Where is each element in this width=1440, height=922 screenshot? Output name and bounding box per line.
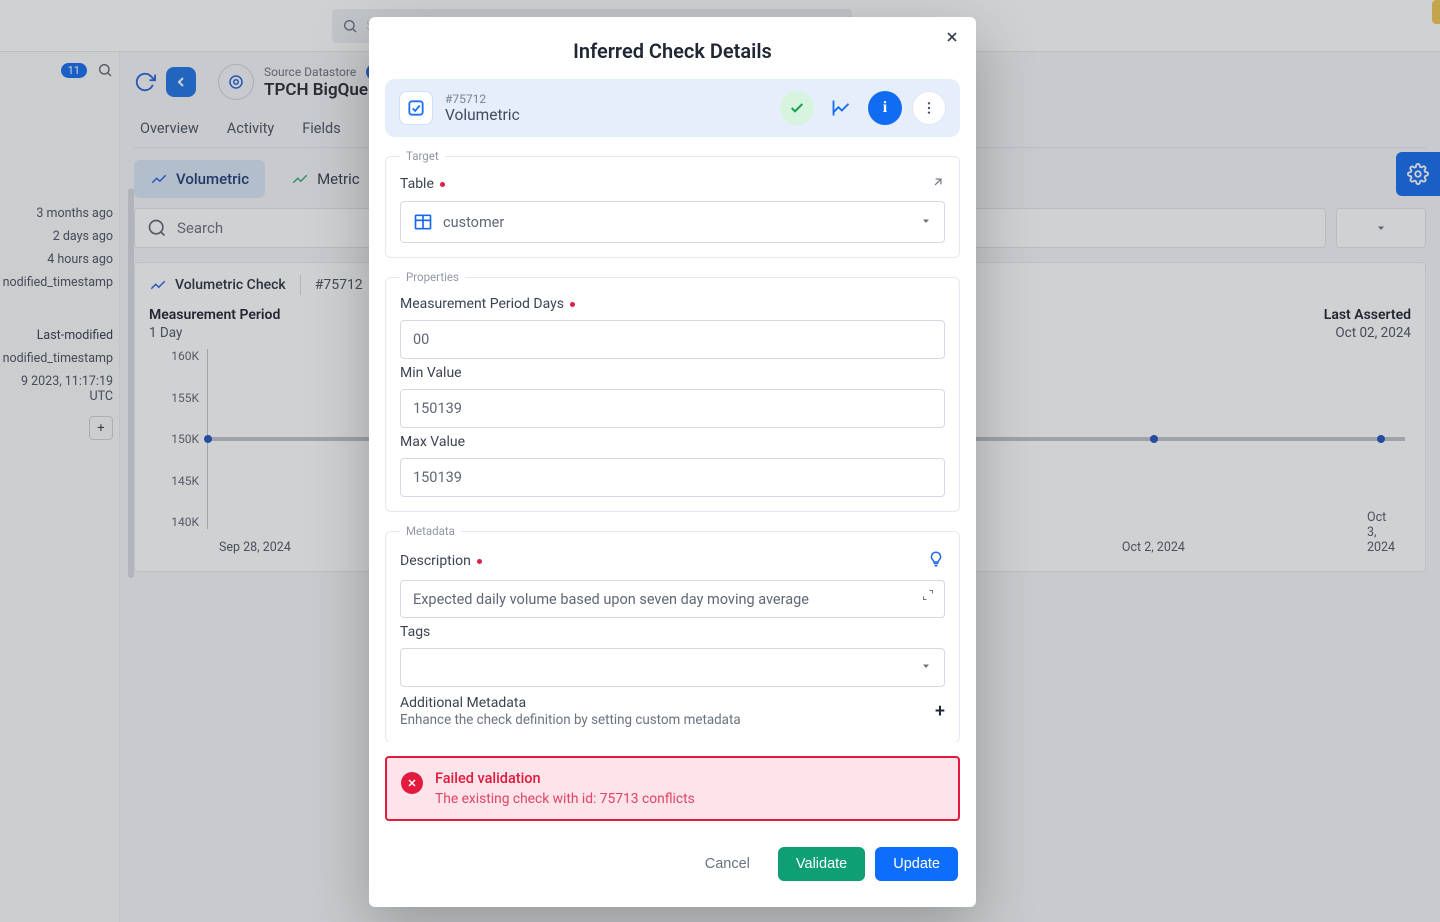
tags-label: Tags <box>400 624 430 640</box>
table-field-label: Table <box>400 176 434 192</box>
lightbulb-icon <box>927 550 945 568</box>
expand-icon[interactable] <box>922 589 934 604</box>
check-hero-name: Volumetric <box>445 106 520 125</box>
check-hero: #75712 Volumetric i <box>385 79 960 137</box>
validation-error: Failed validation The existing check wit… <box>385 756 960 821</box>
view-chart-button[interactable] <box>824 91 858 125</box>
mpd-label: Measurement Period Days <box>400 296 564 312</box>
mpd-input[interactable]: 00 <box>400 320 945 359</box>
status-pass-icon[interactable] <box>780 91 814 125</box>
description-input[interactable]: Expected daily volume based upon seven d… <box>400 580 945 618</box>
more-actions-button[interactable] <box>912 91 946 125</box>
target-legend: Target <box>400 149 445 163</box>
additional-metadata-title: Additional Metadata <box>400 695 741 711</box>
check-type-icon <box>399 91 433 125</box>
required-indicator <box>440 182 445 187</box>
kebab-icon <box>921 100 937 116</box>
table-icon <box>413 212 433 232</box>
caret-down-icon <box>920 214 932 231</box>
suggest-button[interactable] <box>927 550 945 572</box>
check-hero-id: #75712 <box>445 92 520 106</box>
target-group: Target Table customer <box>385 149 960 258</box>
cancel-button[interactable]: Cancel <box>687 847 768 881</box>
close-button[interactable] <box>940 25 964 49</box>
min-input[interactable]: 150139 <box>400 389 945 428</box>
open-link-icon[interactable] <box>931 175 945 193</box>
error-message: The existing check with id: 75713 confli… <box>435 791 695 807</box>
check-icon <box>789 100 805 116</box>
mpd-value: 00 <box>413 331 429 348</box>
required-indicator <box>570 302 575 307</box>
min-label: Min Value <box>400 365 462 381</box>
chart-icon <box>831 98 851 118</box>
table-select-value: customer <box>443 214 504 231</box>
metadata-group: Metadata Description Expected daily volu… <box>385 524 960 742</box>
description-label: Description <box>400 553 471 569</box>
error-title: Failed validation <box>435 770 695 787</box>
close-icon <box>944 29 960 45</box>
metadata-legend: Metadata <box>400 524 461 538</box>
info-icon: i <box>883 99 887 117</box>
max-value: 150139 <box>413 469 462 486</box>
update-button[interactable]: Update <box>875 847 958 881</box>
caret-down-icon <box>920 659 932 676</box>
properties-group: Properties Measurement Period Days 00 Mi… <box>385 270 960 512</box>
required-indicator <box>477 559 482 564</box>
tags-select[interactable] <box>400 648 945 687</box>
properties-legend: Properties <box>400 270 465 284</box>
table-select[interactable]: customer <box>400 201 945 243</box>
add-metadata-button[interactable]: + <box>935 701 945 722</box>
modal-title: Inferred Check Details <box>369 17 976 79</box>
info-button[interactable]: i <box>868 91 902 125</box>
validate-button[interactable]: Validate <box>778 847 865 881</box>
min-value: 150139 <box>413 400 462 417</box>
description-value: Expected daily volume based upon seven d… <box>413 591 809 608</box>
error-icon <box>401 772 423 794</box>
additional-metadata-sub: Enhance the check definition by setting … <box>400 713 741 728</box>
max-input[interactable]: 150139 <box>400 458 945 497</box>
max-label: Max Value <box>400 434 465 450</box>
inferred-check-modal: Inferred Check Details #75712 Volumetric… <box>369 17 976 907</box>
